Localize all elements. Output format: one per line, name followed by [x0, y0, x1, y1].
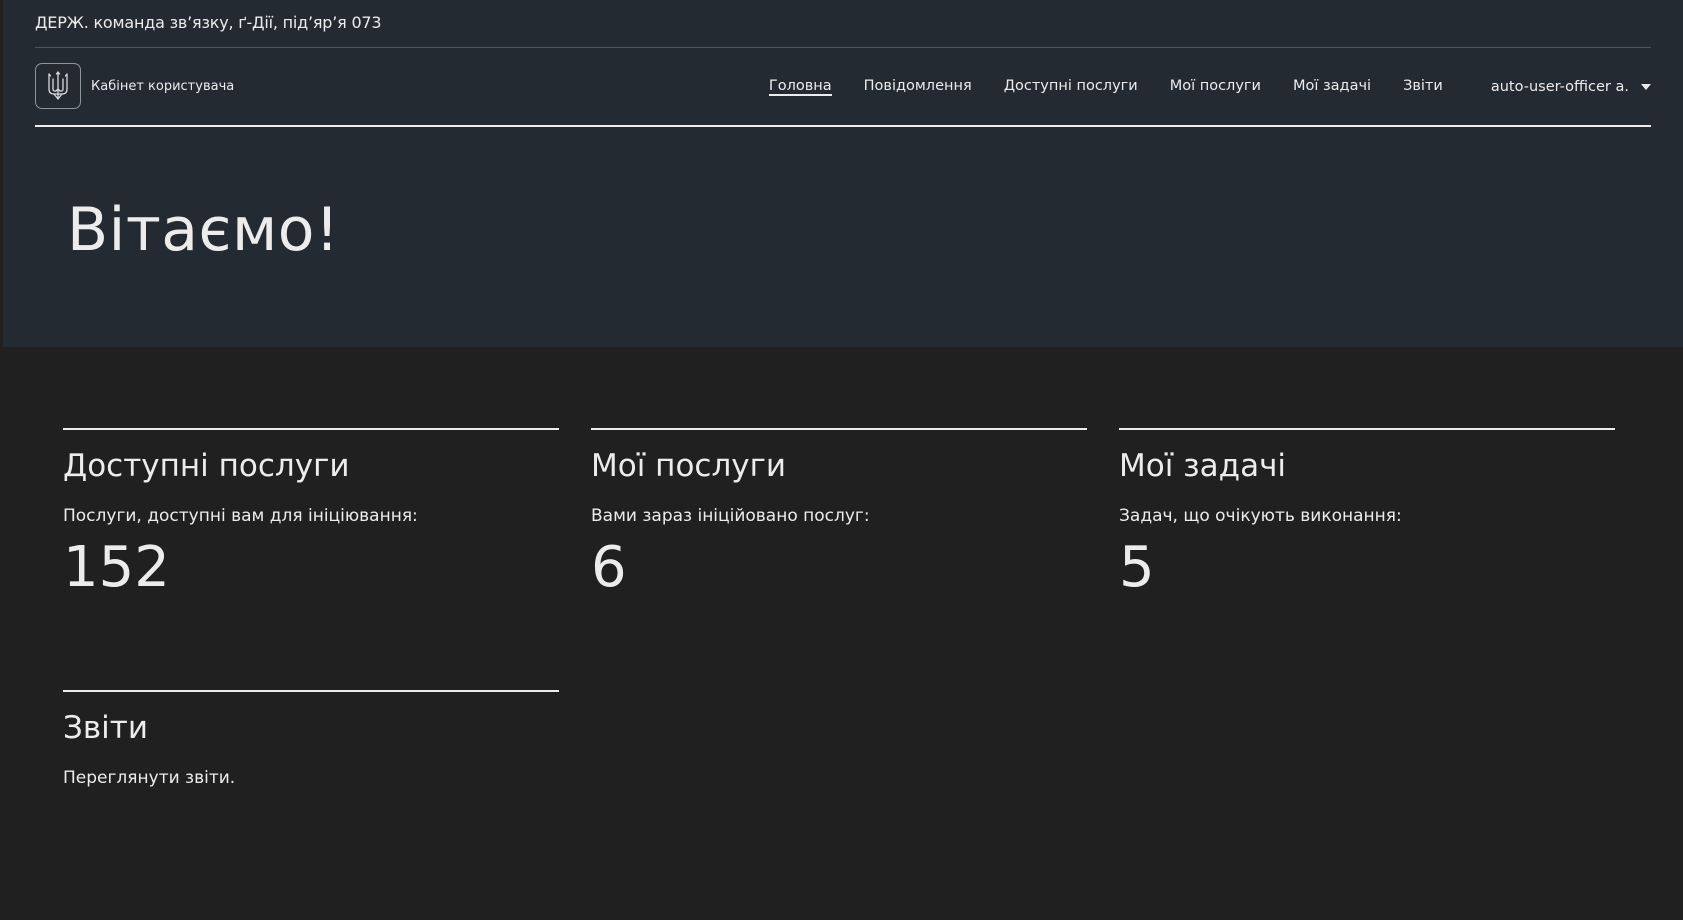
card-available-services: Доступні послуги Послуги, доступні вам д…: [63, 428, 559, 596]
app-frame: ДЕРЖ. команда зв’язку, ґ-Дії, під’яр’я 0…: [3, 0, 1683, 920]
card-count: 6: [591, 535, 627, 600]
card-reports: Звіти Переглянути звіти.: [63, 690, 559, 788]
nav-item-my-tasks[interactable]: Мої задачі: [1293, 78, 1371, 95]
card-description: Послуги, доступні вам для ініціювання:: [63, 506, 418, 526]
nav-item-reports[interactable]: Звіти: [1403, 78, 1443, 95]
nav-item-notifications[interactable]: Повідомлення: [864, 78, 972, 95]
chevron-down-icon: [1641, 83, 1651, 90]
card-description: Вами зараз ініційовано послуг:: [591, 506, 870, 526]
nav-item-home[interactable]: Головна: [768, 78, 832, 96]
card-title[interactable]: Звіти: [63, 710, 148, 746]
brand-link[interactable]: Кабінет користувача: [35, 62, 234, 110]
page-title: Вітаємо!: [67, 195, 340, 265]
header-zone: ДЕРЖ. команда зв’язку, ґ-Дії, під’яр’я 0…: [3, 0, 1683, 347]
nav-menu: Головна Повідомлення Доступні послуги Мо…: [737, 48, 1651, 125]
user-name: auto-user-officer a.: [1490, 78, 1629, 95]
card-title[interactable]: Мої послуги: [591, 448, 786, 484]
card-my-services: Мої послуги Вами зараз ініційовано послу…: [591, 428, 1087, 596]
organization-name: ДЕРЖ. команда зв’язку, ґ-Дії, під’яр’я 0…: [35, 13, 382, 32]
trident-icon: [35, 63, 81, 109]
nav-item-my-services[interactable]: Мої послуги: [1170, 78, 1261, 95]
brand-label: Кабінет користувача: [91, 78, 235, 94]
user-menu[interactable]: auto-user-officer a.: [1491, 79, 1651, 95]
nav-item-available-services[interactable]: Доступні послуги: [1004, 78, 1138, 95]
card-count: 5: [1119, 535, 1155, 600]
card-title[interactable]: Мої задачі: [1119, 448, 1286, 484]
card-description: Задач, що очікують виконання:: [1119, 506, 1402, 526]
main-navigation: Кабінет користувача Головна Повідомлення…: [35, 48, 1651, 127]
card-count: 152: [63, 535, 170, 600]
card-my-tasks: Мої задачі Задач, що очікують виконання:…: [1119, 428, 1615, 596]
card-description: Переглянути звіти.: [63, 768, 236, 788]
card-title[interactable]: Доступні послуги: [63, 448, 350, 484]
organization-bar: ДЕРЖ. команда зв’язку, ґ-Дії, під’яр’я 0…: [35, 0, 1651, 48]
